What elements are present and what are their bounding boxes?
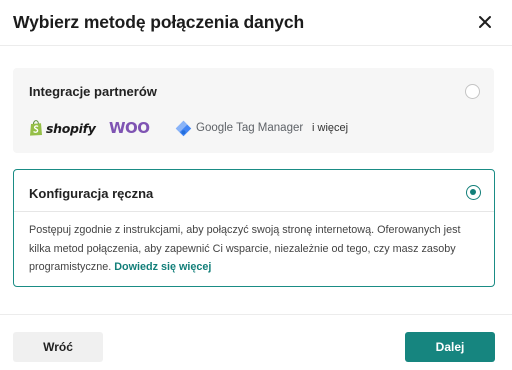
google-tag-manager-logo: Google Tag Manager	[175, 118, 303, 138]
partner-logos: shopify WOO Google Tag Manager i więcej	[29, 118, 429, 138]
shopify-wordmark: shopify	[46, 120, 96, 136]
gtm-icon	[175, 120, 192, 136]
option-description: Postępuj zgodnie z instrukcjami, aby poł…	[29, 221, 484, 277]
option-label: Konfiguracja ręczna	[29, 186, 154, 201]
radio-manual-configuration[interactable]	[466, 185, 481, 200]
dialog-title: Wybierz metodę połączenia danych	[13, 12, 305, 32]
radio-selected-dot	[470, 189, 476, 195]
learn-more-link[interactable]: Dowiedz się więcej	[114, 261, 211, 273]
radio-partner-integrations[interactable]	[465, 84, 480, 99]
description-text: Postępuj zgodnie z instrukcjami, aby poł…	[29, 224, 461, 273]
connection-method-dialog: Wybierz metodę połączenia danych Integra…	[0, 0, 512, 370]
close-icon[interactable]	[476, 13, 494, 31]
option-partner-integrations[interactable]: Integracje partnerów shopify WOO Google …	[13, 68, 494, 153]
back-button[interactable]: Wróć	[13, 332, 103, 362]
footer-divider	[0, 314, 512, 315]
next-button[interactable]: Dalej	[405, 332, 495, 362]
option-divider	[14, 211, 494, 212]
option-manual-configuration[interactable]: Konfiguracja ręczna Postępuj zgodnie z i…	[13, 169, 495, 287]
more-partners-text: i więcej	[312, 122, 349, 134]
header-divider	[0, 45, 512, 46]
woo-logo: WOO	[109, 119, 150, 137]
option-label: Integracje partnerów	[29, 84, 157, 99]
shopify-logo: shopify	[29, 118, 96, 138]
gtm-wordmark: Google Tag Manager	[196, 122, 304, 134]
shopify-bag-icon	[30, 120, 42, 136]
